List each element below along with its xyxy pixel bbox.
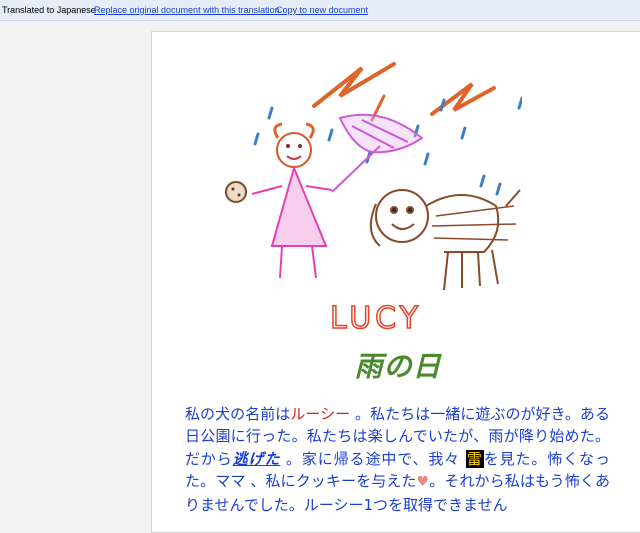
copy-to-new-document-link[interactable]: Copy to new document: [276, 0, 368, 20]
child-drawing: LUCY: [225, 62, 522, 336]
umbrella-icon: [331, 113, 424, 193]
girl-figure: [251, 122, 333, 279]
story-part-3: 。家に帰る途中で、我々: [286, 449, 461, 468]
story-part-1: 私の犬の名前は: [185, 405, 291, 423]
story-title: 雨の日: [354, 350, 442, 383]
document-page: LUCY 雨の日 私の犬の名前はルーシー 。私たちは一緒に遊ぶのが好き。ある日公…: [151, 31, 640, 533]
story-text: 私の犬の名前はルーシー 。私たちは一緒に遊ぶのが好き。ある日公園に行った。私たち…: [185, 403, 610, 516]
fled-word: 逃げた: [232, 449, 281, 468]
dog-figure: [369, 189, 521, 291]
cookie-icon: [225, 181, 247, 203]
translation-status: Translated to Japanese: [2, 5, 96, 15]
lightning-icon: [312, 62, 496, 122]
thunder-icon: 雷: [465, 449, 484, 468]
heart-icon: ♥: [416, 474, 430, 491]
dog-name: ルーシー: [290, 405, 351, 423]
translation-toolbar: Translated to Japanese Replace original …: [0, 0, 640, 21]
replace-original-link[interactable]: Replace original document with this tran…: [94, 0, 280, 20]
drawing-caption: LUCY: [330, 301, 422, 336]
